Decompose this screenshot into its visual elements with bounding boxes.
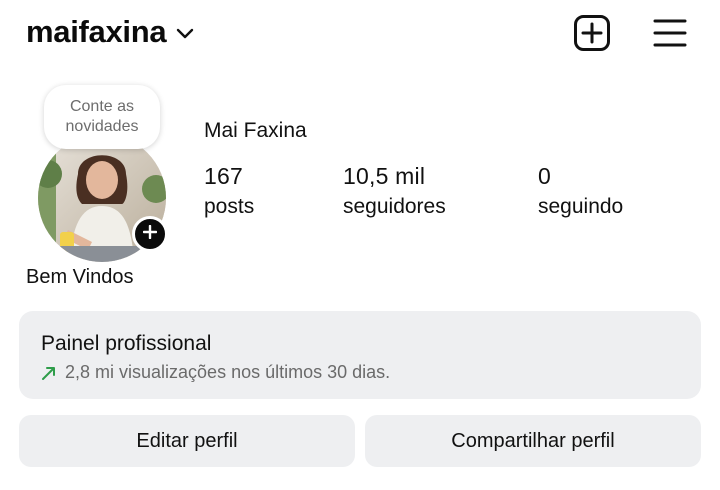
stat-followers[interactable]: 10,5 mil seguidores bbox=[343, 162, 446, 222]
following-count: 0 bbox=[538, 163, 551, 189]
followers-label: seguidores bbox=[343, 195, 446, 218]
add-story-button[interactable] bbox=[132, 216, 168, 252]
posts-label: posts bbox=[204, 195, 255, 218]
dashboard-subtitle-row: 2,8 mi visualizações nos últimos 30 dias… bbox=[41, 362, 390, 383]
plus-icon bbox=[142, 224, 158, 244]
share-profile-button[interactable]: Compartilhar perfil bbox=[365, 415, 701, 467]
bio: Bem Vindos bbox=[26, 266, 134, 288]
stat-posts[interactable]: 167 posts bbox=[204, 162, 254, 222]
account-switcher[interactable]: maifaxina bbox=[26, 14, 194, 50]
chevron-down-icon bbox=[176, 28, 194, 40]
new-post-icon bbox=[573, 14, 611, 57]
profile-picture-area: Conte as novidades bbox=[36, 82, 176, 262]
hamburger-menu-icon bbox=[653, 18, 687, 53]
new-post-button[interactable] bbox=[572, 14, 612, 57]
dashboard-subtitle: 2,8 mi visualizações nos últimos 30 dias… bbox=[65, 362, 391, 382]
followers-count: 10,5 mil bbox=[343, 163, 426, 189]
trend-up-icon bbox=[41, 365, 57, 381]
username: maifaxina bbox=[26, 14, 167, 49]
menu-button[interactable] bbox=[650, 15, 690, 55]
professional-dashboard[interactable]: Painel profissional 2,8 mi visualizações… bbox=[19, 311, 701, 399]
dashboard-title: Painel profissional bbox=[41, 332, 212, 355]
edit-profile-button[interactable]: Editar perfil bbox=[19, 415, 355, 467]
note-bubble[interactable]: Conte as novidades bbox=[44, 85, 160, 149]
profile-header: maifaxina bbox=[0, 0, 720, 70]
stat-following[interactable]: 0 seguindo bbox=[538, 162, 623, 222]
note-text: Conte as novidades bbox=[65, 98, 139, 135]
full-name: Mai Faxina bbox=[204, 119, 307, 142]
following-label: seguindo bbox=[538, 195, 624, 218]
posts-count: 167 bbox=[204, 163, 243, 189]
